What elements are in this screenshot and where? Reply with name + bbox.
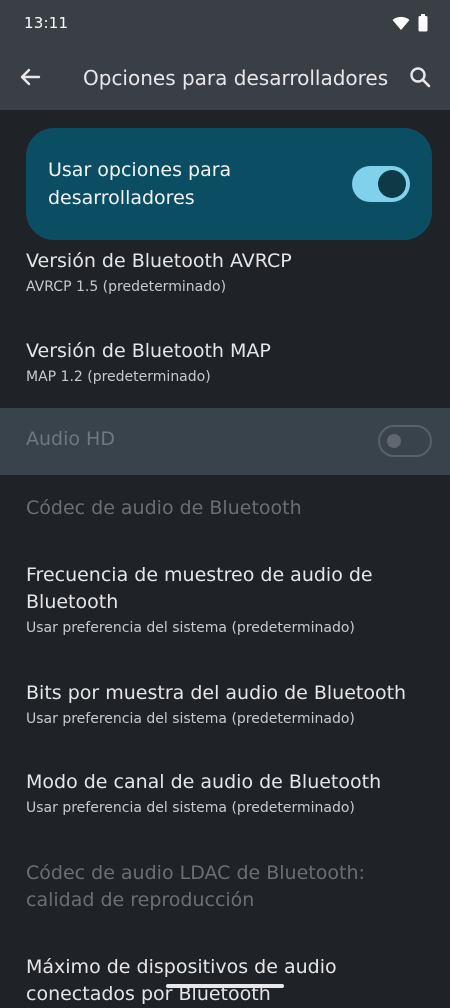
developer-options-master-card[interactable]: Usar opciones para desarrolladores	[26, 128, 432, 240]
pref-title: Versión de Bluetooth MAP	[26, 340, 271, 362]
status-time: 13:11	[24, 14, 69, 32]
search-button[interactable]	[404, 63, 436, 95]
pref-title: Versión de Bluetooth AVRCP	[26, 250, 292, 272]
master-switch[interactable]	[352, 166, 410, 202]
pref-channel-mode[interactable]: Modo de canal de audio de Bluetooth Usar…	[26, 769, 426, 818]
pref-title: Códec de audio LDAC de Bluetooth: calida…	[26, 862, 365, 911]
page-title: Opciones para desarrolladores	[83, 66, 389, 90]
master-switch-label: Usar opciones para desarrolladores	[48, 159, 232, 209]
pref-bluetooth-codec: Códec de audio de Bluetooth	[26, 495, 426, 522]
pref-summary: MAP 1.2 (predeterminado)	[26, 369, 211, 385]
switch-knob	[378, 170, 406, 198]
pref-title: Modo de canal de audio de Bluetooth	[26, 771, 382, 793]
pref-summary: Usar preferencia del sistema (predetermi…	[26, 620, 355, 636]
pref-title: Bits por muestra del audio de Bluetooth	[26, 682, 407, 704]
pref-map-version[interactable]: Versión de Bluetooth MAP MAP 1.2 (predet…	[26, 338, 426, 387]
pref-sample-rate[interactable]: Frecuencia de muestreo de audio de Bluet…	[26, 562, 426, 638]
pref-title: Audio HD	[26, 428, 115, 450]
back-button[interactable]	[14, 63, 46, 95]
status-icons	[392, 14, 428, 36]
pref-title: Frecuencia de muestreo de audio de Bluet…	[26, 564, 373, 613]
back-arrow-icon	[19, 66, 41, 92]
pref-avrcp-version[interactable]: Versión de Bluetooth AVRCP AVRCP 1.5 (pr…	[26, 248, 426, 297]
search-icon	[409, 66, 431, 92]
pref-audio-hd[interactable]: Audio HD	[0, 408, 450, 475]
wifi-icon	[392, 15, 410, 35]
pref-summary: AVRCP 1.5 (predeterminado)	[26, 279, 227, 295]
status-bar: 13:11	[0, 0, 450, 48]
pref-bits-per-sample[interactable]: Bits por muestra del audio de Bluetooth …	[26, 680, 426, 729]
battery-icon	[418, 14, 428, 36]
gesture-nav-handle[interactable]	[166, 984, 284, 988]
pref-summary: Usar preferencia del sistema (predetermi…	[26, 711, 355, 727]
pref-title: Códec de audio de Bluetooth	[26, 497, 302, 519]
app-bar: Opciones para desarrolladores	[0, 48, 450, 110]
pref-ldac-quality: Códec de audio LDAC de Bluetooth: calida…	[26, 860, 426, 914]
audio-hd-switch[interactable]	[378, 425, 432, 457]
pref-summary: Usar preferencia del sistema (predetermi…	[26, 800, 355, 816]
switch-knob	[387, 434, 401, 448]
